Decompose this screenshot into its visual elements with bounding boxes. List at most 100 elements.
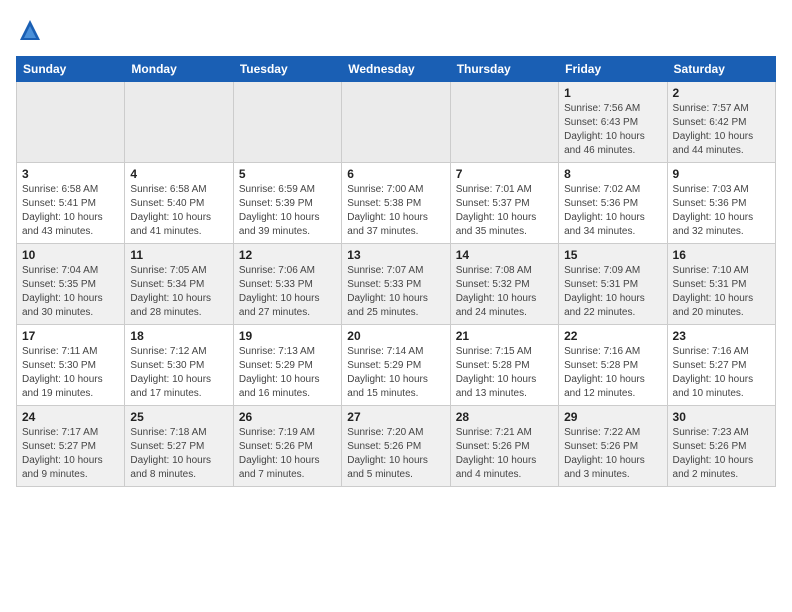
weekday-header: Tuesday bbox=[233, 57, 341, 82]
day-info: Sunrise: 7:57 AM Sunset: 6:42 PM Dayligh… bbox=[673, 102, 770, 158]
day-info: Sunrise: 7:05 AM Sunset: 5:34 PM Dayligh… bbox=[130, 264, 227, 320]
day-number: 16 bbox=[673, 248, 770, 262]
day-number: 19 bbox=[239, 329, 336, 343]
calendar-day-cell: 30 Sunrise: 7:23 AM Sunset: 5:26 PM Dayli… bbox=[667, 406, 775, 487]
calendar-day-cell: 18Sunrise: 7:12 AM Sunset: 5:30 PM Dayli… bbox=[125, 325, 233, 406]
day-info: Sunrise: 7:00 AM Sunset: 5:38 PM Dayligh… bbox=[347, 183, 444, 239]
day-number: 25 bbox=[130, 410, 227, 424]
weekday-header-row: SundayMondayTuesdayWednesdayThursdayFrid… bbox=[17, 57, 776, 82]
day-info: Sunrise: 7:06 AM Sunset: 5:33 PM Dayligh… bbox=[239, 264, 336, 320]
day-number: 26 bbox=[239, 410, 336, 424]
day-info: Sunrise: 6:58 AM Sunset: 5:40 PM Dayligh… bbox=[130, 183, 227, 239]
calendar-day-cell: 15 Sunrise: 7:09 AM Sunset: 5:31 PM Dayli… bbox=[559, 244, 667, 325]
calendar-week-row: 1Sunrise: 7:56 AM Sunset: 6:43 PM Daylig… bbox=[17, 82, 776, 163]
day-info: Sunrise: 7:21 AM Sunset: 5:26 PM Dayligh… bbox=[456, 426, 553, 482]
day-number: 27 bbox=[347, 410, 444, 424]
calendar-day-cell: 25 Sunrise: 7:18 AM Sunset: 5:27 PM Dayli… bbox=[125, 406, 233, 487]
day-info: Sunrise: 7:07 AM Sunset: 5:33 PM Dayligh… bbox=[347, 264, 444, 320]
calendar-day-cell: 9 Sunrise: 7:03 AM Sunset: 5:36 PM Daylig… bbox=[667, 163, 775, 244]
calendar-day-cell: 24Sunrise: 7:17 AM Sunset: 5:27 PM Dayli… bbox=[17, 406, 125, 487]
calendar-day-cell: 28 Sunrise: 7:21 AM Sunset: 5:26 PM Dayli… bbox=[450, 406, 558, 487]
calendar-day-cell bbox=[450, 82, 558, 163]
calendar-day-cell: 7 Sunrise: 7:01 AM Sunset: 5:37 PM Daylig… bbox=[450, 163, 558, 244]
calendar-day-cell: 5Sunrise: 6:59 AM Sunset: 5:39 PM Daylig… bbox=[233, 163, 341, 244]
calendar-day-cell: 10 Sunrise: 7:04 AM Sunset: 5:35 PM Dayli… bbox=[17, 244, 125, 325]
day-info: Sunrise: 7:18 AM Sunset: 5:27 PM Dayligh… bbox=[130, 426, 227, 482]
day-number: 2 bbox=[673, 86, 770, 100]
calendar-week-row: 10 Sunrise: 7:04 AM Sunset: 5:35 PM Dayli… bbox=[17, 244, 776, 325]
calendar-day-cell: 6 Sunrise: 7:00 AM Sunset: 5:38 PM Daylig… bbox=[342, 163, 450, 244]
day-info: Sunrise: 7:13 AM Sunset: 5:29 PM Dayligh… bbox=[239, 345, 336, 401]
calendar-day-cell bbox=[342, 82, 450, 163]
logo-icon bbox=[16, 16, 44, 44]
weekday-header: Wednesday bbox=[342, 57, 450, 82]
day-number: 24 bbox=[22, 410, 119, 424]
day-number: 3 bbox=[22, 167, 119, 181]
day-number: 30 bbox=[673, 410, 770, 424]
day-info: Sunrise: 7:08 AM Sunset: 5:32 PM Dayligh… bbox=[456, 264, 553, 320]
day-info: Sunrise: 7:09 AM Sunset: 5:31 PM Dayligh… bbox=[564, 264, 661, 320]
calendar-day-cell: 14 Sunrise: 7:08 AM Sunset: 5:32 PM Dayli… bbox=[450, 244, 558, 325]
day-info: Sunrise: 7:14 AM Sunset: 5:29 PM Dayligh… bbox=[347, 345, 444, 401]
day-info: Sunrise: 7:01 AM Sunset: 5:37 PM Dayligh… bbox=[456, 183, 553, 239]
day-number: 4 bbox=[130, 167, 227, 181]
day-info: Sunrise: 7:16 AM Sunset: 5:27 PM Dayligh… bbox=[673, 345, 770, 401]
day-info: Sunrise: 7:12 AM Sunset: 5:30 PM Dayligh… bbox=[130, 345, 227, 401]
day-info: Sunrise: 7:56 AM Sunset: 6:43 PM Dayligh… bbox=[564, 102, 661, 158]
page-header bbox=[16, 16, 776, 44]
calendar-day-cell bbox=[17, 82, 125, 163]
calendar-week-row: 3 Sunrise: 6:58 AM Sunset: 5:41 PM Daylig… bbox=[17, 163, 776, 244]
calendar-day-cell: 20Sunrise: 7:14 AM Sunset: 5:29 PM Dayli… bbox=[342, 325, 450, 406]
day-number: 22 bbox=[564, 329, 661, 343]
calendar-day-cell: 21 Sunrise: 7:15 AM Sunset: 5:28 PM Dayli… bbox=[450, 325, 558, 406]
day-info: Sunrise: 7:03 AM Sunset: 5:36 PM Dayligh… bbox=[673, 183, 770, 239]
day-info: Sunrise: 7:22 AM Sunset: 5:26 PM Dayligh… bbox=[564, 426, 661, 482]
calendar-day-cell: 13 Sunrise: 7:07 AM Sunset: 5:33 PM Dayli… bbox=[342, 244, 450, 325]
weekday-header: Friday bbox=[559, 57, 667, 82]
day-number: 8 bbox=[564, 167, 661, 181]
day-info: Sunrise: 7:04 AM Sunset: 5:35 PM Dayligh… bbox=[22, 264, 119, 320]
day-number: 21 bbox=[456, 329, 553, 343]
day-info: Sunrise: 7:20 AM Sunset: 5:26 PM Dayligh… bbox=[347, 426, 444, 482]
day-number: 9 bbox=[673, 167, 770, 181]
calendar-day-cell: 1Sunrise: 7:56 AM Sunset: 6:43 PM Daylig… bbox=[559, 82, 667, 163]
calendar-day-cell: 4 Sunrise: 6:58 AM Sunset: 5:40 PM Daylig… bbox=[125, 163, 233, 244]
day-info: Sunrise: 7:19 AM Sunset: 5:26 PM Dayligh… bbox=[239, 426, 336, 482]
calendar-day-cell: 8 Sunrise: 7:02 AM Sunset: 5:36 PM Daylig… bbox=[559, 163, 667, 244]
calendar-day-cell: 23 Sunrise: 7:16 AM Sunset: 5:27 PM Dayli… bbox=[667, 325, 775, 406]
day-number: 15 bbox=[564, 248, 661, 262]
day-number: 6 bbox=[347, 167, 444, 181]
calendar-day-cell: 26 Sunrise: 7:19 AM Sunset: 5:26 PM Dayli… bbox=[233, 406, 341, 487]
calendar: SundayMondayTuesdayWednesdayThursdayFrid… bbox=[16, 56, 776, 487]
day-info: Sunrise: 6:58 AM Sunset: 5:41 PM Dayligh… bbox=[22, 183, 119, 239]
calendar-week-row: 17 Sunrise: 7:11 AM Sunset: 5:30 PM Dayli… bbox=[17, 325, 776, 406]
day-number: 7 bbox=[456, 167, 553, 181]
day-number: 13 bbox=[347, 248, 444, 262]
calendar-week-row: 24Sunrise: 7:17 AM Sunset: 5:27 PM Dayli… bbox=[17, 406, 776, 487]
day-info: Sunrise: 6:59 AM Sunset: 5:39 PM Dayligh… bbox=[239, 183, 336, 239]
day-info: Sunrise: 7:23 AM Sunset: 5:26 PM Dayligh… bbox=[673, 426, 770, 482]
calendar-day-cell: 17 Sunrise: 7:11 AM Sunset: 5:30 PM Dayli… bbox=[17, 325, 125, 406]
day-info: Sunrise: 7:10 AM Sunset: 5:31 PM Dayligh… bbox=[673, 264, 770, 320]
day-number: 23 bbox=[673, 329, 770, 343]
calendar-day-cell: 2 Sunrise: 7:57 AM Sunset: 6:42 PM Daylig… bbox=[667, 82, 775, 163]
day-info: Sunrise: 7:15 AM Sunset: 5:28 PM Dayligh… bbox=[456, 345, 553, 401]
day-number: 10 bbox=[22, 248, 119, 262]
weekday-header: Sunday bbox=[17, 57, 125, 82]
day-number: 14 bbox=[456, 248, 553, 262]
weekday-header: Thursday bbox=[450, 57, 558, 82]
day-number: 17 bbox=[22, 329, 119, 343]
calendar-day-cell: 29 Sunrise: 7:22 AM Sunset: 5:26 PM Dayli… bbox=[559, 406, 667, 487]
day-info: Sunrise: 7:11 AM Sunset: 5:30 PM Dayligh… bbox=[22, 345, 119, 401]
calendar-day-cell: 19 Sunrise: 7:13 AM Sunset: 5:29 PM Dayli… bbox=[233, 325, 341, 406]
weekday-header: Saturday bbox=[667, 57, 775, 82]
calendar-day-cell: 11 Sunrise: 7:05 AM Sunset: 5:34 PM Dayli… bbox=[125, 244, 233, 325]
day-number: 29 bbox=[564, 410, 661, 424]
day-number: 28 bbox=[456, 410, 553, 424]
day-number: 11 bbox=[130, 248, 227, 262]
calendar-day-cell bbox=[233, 82, 341, 163]
day-number: 12 bbox=[239, 248, 336, 262]
calendar-day-cell bbox=[125, 82, 233, 163]
day-info: Sunrise: 7:02 AM Sunset: 5:36 PM Dayligh… bbox=[564, 183, 661, 239]
weekday-header: Monday bbox=[125, 57, 233, 82]
